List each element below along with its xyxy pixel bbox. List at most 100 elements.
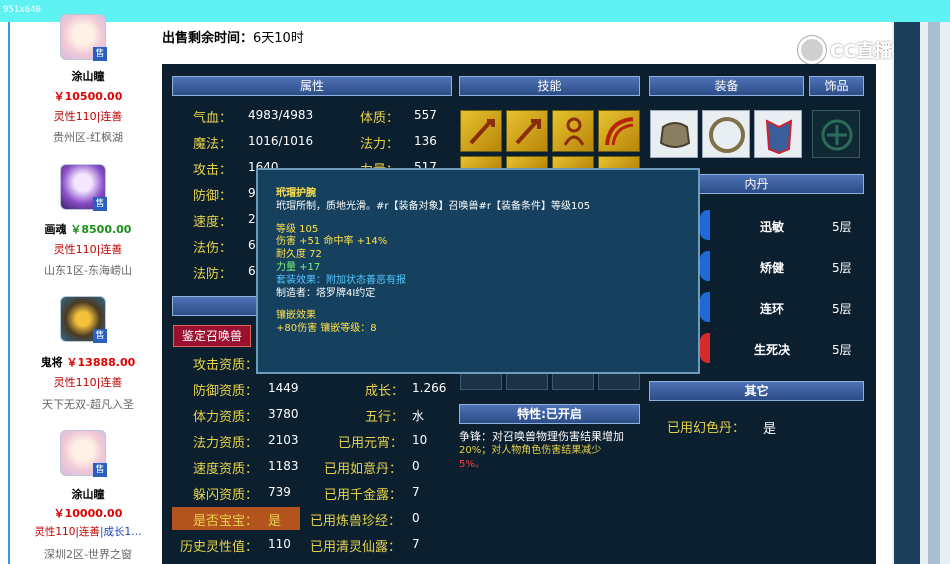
zizhi-label: 已用清灵仙露： [310,540,402,555]
pet-server: 贵州区-红枫湖 [53,131,123,144]
equip-armor-icon[interactable] [754,110,802,158]
skill-empty-slot[interactable] [506,372,548,390]
skill-figure-icon[interactable] [552,110,594,152]
zizhi-label: 攻击资质： [193,358,259,373]
pet-name-price[interactable]: 鬼将 ￥13888.00 [18,354,158,370]
zizhi-value: 110 [268,537,291,551]
pet-name-price[interactable]: 画魂 ￥8500.00 [18,221,158,237]
pet-avatar[interactable]: 售 [60,296,107,343]
attr-label: 法伤： [193,241,233,256]
tooltip-inlay-title: 镶嵌效果 [276,310,316,322]
attr-value: 6 [248,264,256,278]
zizhi-label: 防御资质： [193,384,259,399]
zizhi-label: 已用千金露： [324,488,403,503]
neidan-icon[interactable] [700,251,710,281]
pet-server: 山东1区-东海崂山 [44,264,132,277]
skill-empty-slot[interactable] [598,372,640,390]
pet-name[interactable]: 涂山瞳 [18,486,158,502]
cc-live-logo: CC直播 [798,36,892,64]
zizhi-label: 历史灵性值： [180,540,259,555]
tooltip-desc: 玳瑁所制，质地光滑。#r【装备对象】召唤兽#r【装备条件】等级105 [276,200,591,212]
attr-label: 攻击： [193,163,233,178]
cc-logo-icon [798,36,826,64]
zizhi-value: 0 [412,511,420,525]
zizhi-value: 1449 [268,381,299,395]
zizhi-label: 是否宝宝： [193,514,259,529]
other-label: 已用幻色丹： [667,421,746,436]
zizhi-label: 已用元宵： [338,436,404,451]
zizhi-label: 法力资质： [193,436,259,451]
tooltip-durability: 耐久度 72 [276,249,322,261]
sale-badge: 售 [93,463,107,477]
attr-value: 136 [414,134,437,148]
neidan-icon[interactable] [700,210,710,240]
neidan-level: 5层 [832,343,852,357]
ornament-slot-icon[interactable] [812,110,860,158]
page-root: 951x640 售 涂山瞳 ￥10500.00 灵性110|连善 贵州区-红枫湖… [0,0,950,564]
zizhi-label: 体力资质： [193,410,259,425]
zizhi-label: 躲闪资质： [193,488,259,503]
zizhi-value: 10 [412,433,428,447]
window-size-label: 951x640 [3,5,41,15]
zizhi-value: 7 [412,537,420,551]
skill-arc-icon[interactable] [598,110,640,152]
pet-price: ￥10000.00 [53,507,123,520]
pet-server: 深圳2区-世界之窗 [44,548,132,561]
feature-description: 争锋：对召唤兽物理伤害结果增加 20%；对人物角色伤害结果减少 5%。 [459,430,624,470]
tooltip-strength: 力量 +17 [276,261,321,273]
neidan-name: 生死决 [754,343,791,357]
equipment-tooltip: 玳瑁护腕 玳瑁所制，质地光滑。#r【装备对象】召唤兽#r【装备条件】等级105 … [256,168,700,374]
ornament-section-header: 饰品 [809,76,864,96]
right-scroll-strip[interactable] [892,22,950,564]
tooltip-title: 玳瑁护腕 [276,188,316,199]
neidan-name: 矫健 [760,261,785,275]
attr-label: 防御： [193,189,233,204]
neidan-level: 5层 [832,261,852,275]
skill-empty-slot[interactable] [460,372,502,390]
skill-sword-icon[interactable] [506,110,548,152]
zizhi-value: 7 [412,485,420,499]
equip-bracer-icon[interactable] [650,110,698,158]
neidan-name: 连环 [760,302,785,316]
sale-badge: 售 [93,329,107,343]
skill-section-header: 技能 [459,76,640,96]
attr-value: 4983/4983 [248,108,314,122]
pet-tag: 灵性110|连善 [53,110,123,123]
zizhi-label: 已用炼兽珍经： [310,514,402,529]
pet-price: ￥10500.00 [53,90,123,103]
window-titlebar: 951x640 [0,0,950,22]
attr-value: 1016/1016 [248,134,314,148]
attr-label: 气血： [193,111,233,126]
zizhi-value: 1.266 [412,381,447,395]
tooltip-spacer [276,214,698,224]
pet-name[interactable]: 涂山瞳 [18,68,158,84]
pet-tag: 灵性110|连善 [53,243,123,256]
tooltip-inlay-value: +80伤害 镶嵌等级：8 [276,323,377,335]
attr-section-header: 属性 [172,76,452,96]
skill-empty-slot[interactable] [552,372,594,390]
zizhi-value: 0 [412,459,420,473]
attr-label: 魔法： [193,137,233,152]
zizhi-value: 3780 [268,407,299,421]
zizhi-label: 成长： [365,384,405,399]
sale-badge: 售 [93,47,107,61]
neidan-icon[interactable] [700,333,710,363]
neidan-name: 迅敏 [760,220,785,234]
skill-sword-icon[interactable] [460,110,502,152]
other-value: 是 [763,422,777,437]
appraise-pet-button[interactable]: 鉴定召唤兽 [173,325,251,347]
pet-server: 天下无双-超凡入圣 [42,398,134,411]
pet-avatar[interactable]: 售 [60,164,107,211]
neidan-icon[interactable] [700,292,710,322]
pet-avatar[interactable]: 售 [60,14,107,61]
attr-value: 9 [248,186,256,200]
attr-value: 557 [414,108,437,122]
tooltip-damage: 伤害 +51 命中率 +14% [276,236,388,248]
zizhi-value: 水 [412,409,425,423]
zizhi-value: 是 [268,514,282,529]
sale-remaining-time: 出售剩余时间：6天10时 [162,31,304,46]
equip-ring-icon[interactable] [702,110,750,158]
pet-avatar[interactable]: 售 [60,430,107,477]
zizhi-label: 已用如意丹： [324,462,403,477]
pet-tag: 灵性110|连善 [53,376,123,389]
